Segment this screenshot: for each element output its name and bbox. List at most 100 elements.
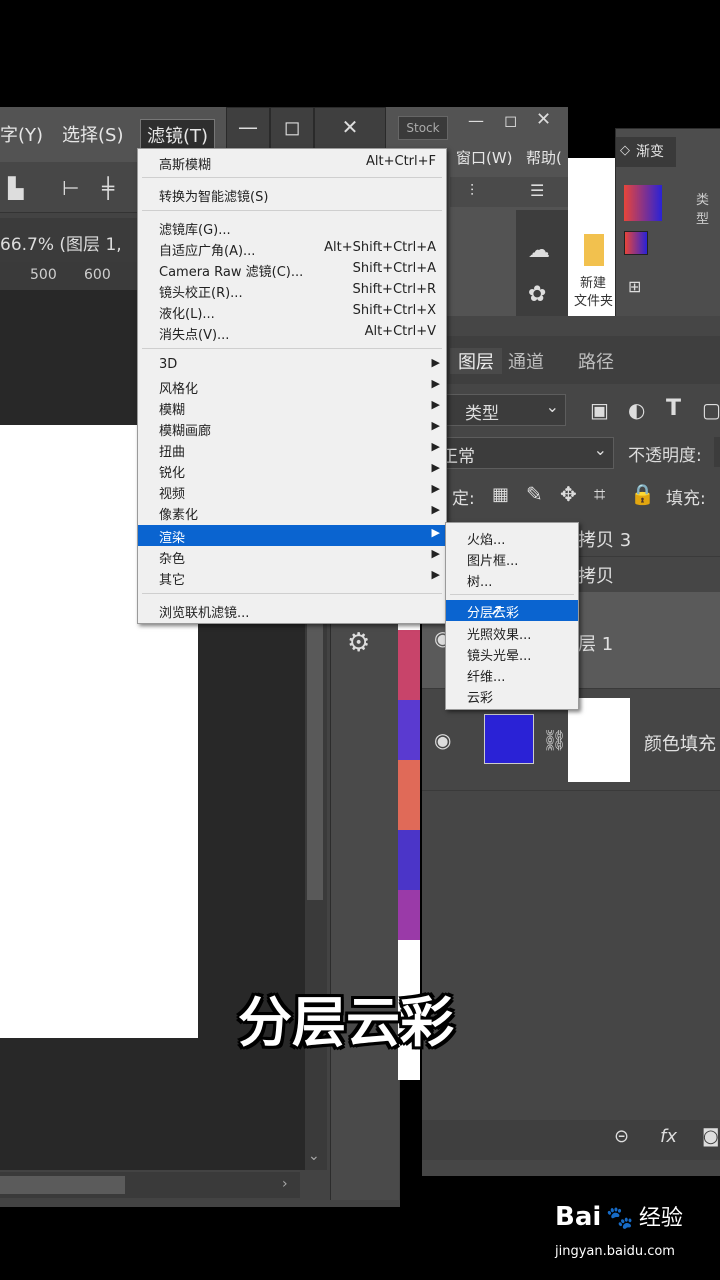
watermark-brand: Bai xyxy=(555,1202,602,1232)
stock-button[interactable]: Stock xyxy=(398,116,448,140)
adjustment-filter-icon[interactable]: ◐ xyxy=(628,398,645,422)
options-toolbar: ▙ ⊢ ╪ xyxy=(0,162,140,213)
lock-move-icon[interactable]: ✥ xyxy=(560,482,577,506)
align-bottom-icon[interactable]: ▙ xyxy=(8,176,23,200)
menu-item-render[interactable]: 渲染 ▶ xyxy=(138,525,446,546)
filter-dropdown-menu: 高斯模糊 Alt+Ctrl+F 转换为智能滤镜(S) 滤镜库(G)... 自适应广… xyxy=(137,148,447,624)
mouse-cursor-icon: ➚ xyxy=(490,600,504,619)
text-filter-icon[interactable]: T xyxy=(666,396,681,421)
opacity-input[interactable] xyxy=(714,437,720,467)
shape-filter-icon[interactable]: ▢ xyxy=(702,398,720,422)
menu-item-filter-gallery[interactable]: 滤镜库(G)... xyxy=(138,217,446,238)
lock-transparent-icon[interactable]: ▦ xyxy=(492,484,509,505)
horizontal-scroll-thumb[interactable] xyxy=(0,1176,125,1194)
minimize-button[interactable]: — xyxy=(468,111,484,130)
layers-panel-tabs: 图层 通道 路径 xyxy=(422,336,720,384)
layer-name: 拷贝 xyxy=(578,566,614,587)
fx-icon[interactable]: fx xyxy=(660,1126,677,1147)
video-caption: 分层云彩 xyxy=(238,991,454,1054)
layers-footer: ⊝ fx ◙ xyxy=(422,1120,720,1160)
palette-icon[interactable]: ✿ xyxy=(528,282,546,307)
menu-item-lens-correction[interactable]: 镜头校正(R)... Shift+Ctrl+R xyxy=(138,280,446,301)
lock-brush-icon[interactable]: ✎ xyxy=(526,482,543,506)
color-fill-thumbnail xyxy=(484,714,534,764)
menu-item-other[interactable]: 其它 ▶ xyxy=(138,567,446,588)
tab-paths[interactable]: 路径 xyxy=(578,348,614,374)
submenu-item-lens-flare[interactable]: 镜头光晕... xyxy=(446,643,578,664)
adjustment-icon[interactable]: ⊞ xyxy=(628,277,641,296)
gradient-swatch[interactable] xyxy=(624,185,662,221)
align-left-icon[interactable]: ⊢ xyxy=(62,176,79,200)
creative-cloud-icon[interactable]: ☁ xyxy=(528,238,550,263)
chevron-right-icon: ▶ xyxy=(431,526,440,539)
gradient-panel: ◇ 渐变 ⊞ 类型 xyxy=(615,128,720,320)
menu-item-adaptive-wide-angle[interactable]: 自适应广角(A)... Alt+Shift+Ctrl+A xyxy=(138,238,446,259)
chevron-down-icon: ⌄ xyxy=(545,397,559,416)
menu-item-distort[interactable]: 扭曲 ▶ xyxy=(138,439,446,460)
menu-item-liquify[interactable]: 液化(L)... Shift+Ctrl+X xyxy=(138,301,446,322)
submenu-item-difference-clouds[interactable]: 分层云彩 ➚ xyxy=(446,600,578,621)
tab-channels[interactable]: 通道 xyxy=(508,348,544,374)
minimize-button[interactable]: — xyxy=(226,107,270,149)
menu-item-video[interactable]: 视频 ▶ xyxy=(138,481,446,502)
opacity-label: 不透明度: xyxy=(628,446,702,466)
chevron-right-icon: ▶ xyxy=(431,568,440,581)
menu-item-vanishing-point[interactable]: 消失点(V)... Alt+Ctrl+V xyxy=(138,322,446,343)
menu-item-sharpen[interactable]: 锐化 ▶ xyxy=(138,460,446,481)
add-mask-icon[interactable]: ◙ xyxy=(702,1126,719,1147)
close-button[interactable]: ✕ xyxy=(314,107,386,149)
menu-item-browse-online[interactable]: 浏览联机滤镜... xyxy=(138,600,446,621)
align-center-icon[interactable]: ╪ xyxy=(102,176,114,200)
menu-filter[interactable]: 滤镜(T) xyxy=(140,119,216,151)
properties-icon[interactable]: ⚙ xyxy=(347,628,370,658)
link-icon[interactable]: ⛓ xyxy=(542,728,567,752)
menu-icon[interactable]: ☰ xyxy=(530,181,544,200)
align-icon[interactable]: ⫶ xyxy=(470,181,474,201)
menu-item-blur-gallery[interactable]: 模糊画廊 ▶ xyxy=(138,418,446,439)
submenu-item-clouds[interactable]: 云彩 xyxy=(446,685,578,706)
menu-text[interactable]: 字(Y) xyxy=(0,121,43,147)
chevron-right-icon: ▶ xyxy=(431,356,440,369)
menu-item-pixelate[interactable]: 像素化 ▶ xyxy=(138,502,446,523)
close-button[interactable]: ✕ xyxy=(536,109,551,130)
gradient-fill-icon[interactable] xyxy=(624,231,648,255)
menu-item-blur[interactable]: 模糊 ▶ xyxy=(138,397,446,418)
document-tab[interactable]: 66.7% (图层 1, xyxy=(0,218,140,262)
eye-icon[interactable]: ◉ xyxy=(434,728,451,752)
menu-help[interactable]: 帮助( xyxy=(526,147,562,168)
menu-window[interactable]: 窗口(W) xyxy=(456,147,513,168)
explorer-window: 新建 文件夹 xyxy=(568,158,616,316)
libraries-panel-strip: ☁ ✿ xyxy=(516,210,568,318)
menu-item-camera-raw[interactable]: Camera Raw 滤镜(C)... Shift+Ctrl+A xyxy=(138,259,446,280)
scroll-down-icon[interactable]: ⌄ xyxy=(308,1148,320,1164)
tab-layers[interactable]: 图层 xyxy=(450,348,502,374)
vertical-scroll-thumb[interactable] xyxy=(307,620,323,900)
folder-icon[interactable] xyxy=(584,234,604,266)
blend-mode-select[interactable]: 正常 ⌄ xyxy=(432,437,614,469)
layer-filter-value: 类型 xyxy=(465,404,499,424)
image-filter-icon[interactable]: ▣ xyxy=(590,398,609,422)
maximize-button[interactable]: ◻ xyxy=(270,107,314,149)
gradient-panel-arrows-icon: ◇ xyxy=(620,143,630,158)
menu-select[interactable]: 选择(S) xyxy=(62,121,123,147)
maximize-button[interactable]: ◻ xyxy=(504,111,517,130)
submenu-item-flame[interactable]: 火焰... xyxy=(446,527,578,548)
menu-item-gaussian-blur[interactable]: 高斯模糊 Alt+Ctrl+F xyxy=(138,152,446,173)
submenu-item-picture-frame[interactable]: 图片框... xyxy=(446,548,578,569)
menu-item-noise[interactable]: 杂色 ▶ xyxy=(138,546,446,567)
menu-item-3d[interactable]: 3D ▶ xyxy=(138,355,446,376)
link-layers-icon[interactable]: ⊝ xyxy=(614,1126,629,1147)
second-window-toolbar: ⫶ ☰ xyxy=(450,177,568,207)
submenu-item-tree[interactable]: 树... xyxy=(446,569,578,590)
layer-filter-select[interactable]: ⌕ 类型 ⌄ xyxy=(432,394,566,426)
submenu-item-fibers[interactable]: 纤维... xyxy=(446,664,578,685)
menu-item-stylize[interactable]: 风格化 ▶ xyxy=(138,376,446,397)
submenu-item-lighting-effects[interactable]: 光照效果... xyxy=(446,622,578,643)
watermark-url: jingyan.baidu.com xyxy=(555,1244,675,1259)
lock-all-icon[interactable]: 🔒 xyxy=(630,482,655,506)
menu-item-convert-smart-filter[interactable]: 转换为智能滤镜(S) xyxy=(138,184,446,205)
scroll-right-icon[interactable]: › xyxy=(282,1176,288,1192)
chevron-right-icon: ▶ xyxy=(431,377,440,390)
lock-artboard-icon[interactable]: ⌗ xyxy=(594,482,605,506)
folder-label-line2: 文件夹 xyxy=(574,294,614,309)
